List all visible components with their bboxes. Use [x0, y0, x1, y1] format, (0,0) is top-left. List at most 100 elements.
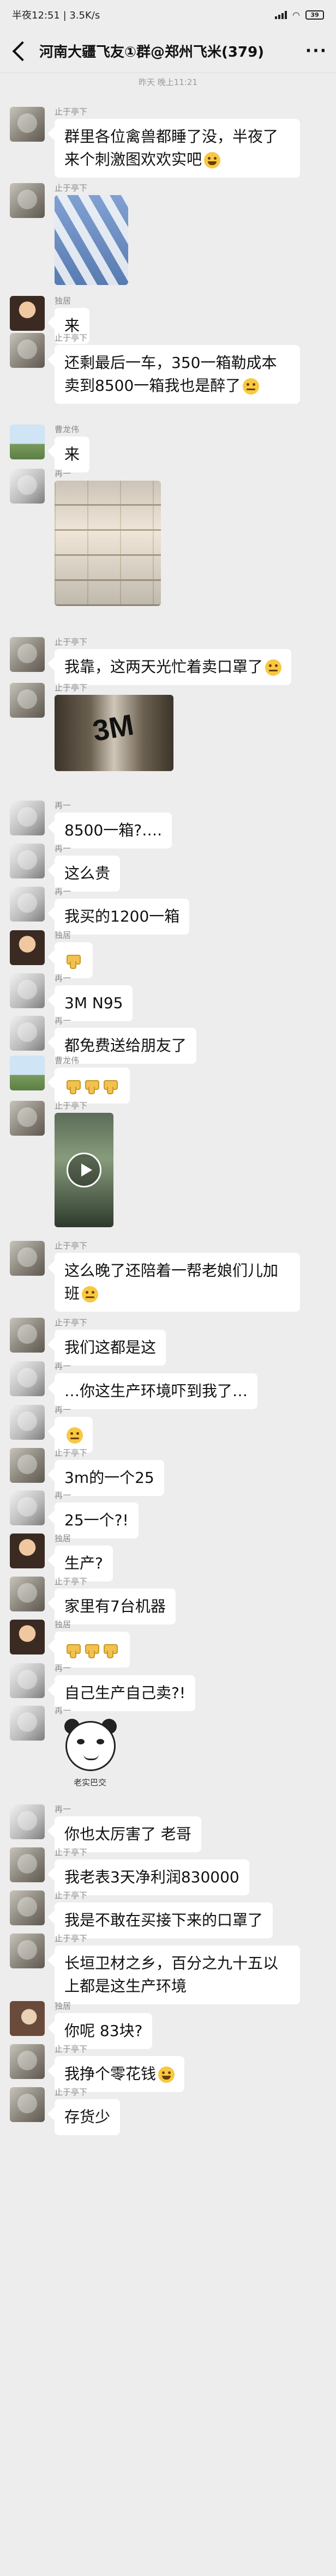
message-text: 生产? [64, 1554, 103, 1572]
sender-name: 止于亭下 [55, 1318, 88, 1328]
sender-name: 止于亭下 [55, 1577, 88, 1586]
avatar[interactable] [10, 469, 45, 504]
sender-name: 独居 [55, 930, 71, 940]
message-text: 自己生产自己卖?! [64, 1684, 186, 1702]
avatar[interactable] [10, 683, 45, 718]
sender-name: 曹龙伟 [55, 425, 80, 434]
message-text: 来 [64, 445, 80, 463]
message-text: 3M N95 [64, 994, 123, 1012]
avatar[interactable] [10, 1490, 45, 1525]
message-bubble[interactable]: 自己生产自己卖?! [55, 1675, 196, 1711]
avatar[interactable] [10, 1056, 45, 1090]
message-bubble[interactable]: 我们这都是这 [55, 1330, 166, 1366]
avatar[interactable] [10, 1847, 45, 1882]
message-bubble[interactable]: 群里各位禽兽都睡了没，半夜了来个刺激图欢欢实吧 [55, 119, 300, 178]
avatar[interactable] [10, 637, 45, 672]
avatar[interactable] [10, 1448, 45, 1483]
avatar[interactable] [10, 887, 45, 922]
thumbs-up-icon [64, 1642, 81, 1658]
avatar[interactable] [10, 930, 45, 965]
message-text: 家里有7台机器 [64, 1597, 166, 1615]
sender-name: 再一 [55, 1663, 71, 1673]
message-text: 我老表3天净利润830000 [64, 1868, 239, 1886]
avatar[interactable] [10, 2044, 45, 2079]
message-bubble[interactable]: 3m的一个25 [55, 1460, 164, 1496]
avatar[interactable] [10, 1361, 45, 1396]
play-icon[interactable] [67, 1153, 101, 1187]
image-brand-text: 3M [90, 708, 136, 748]
message-text: 长垣卫材之乡，百分之九十五以上都是这生产环境 [64, 1954, 279, 1995]
avatar[interactable] [10, 1101, 45, 1136]
avatar[interactable] [10, 1534, 45, 1568]
avatar[interactable] [10, 1318, 45, 1353]
message-bubble[interactable]: 家里有7台机器 [55, 1589, 176, 1625]
avatar[interactable] [10, 2087, 45, 2122]
avatar[interactable] [10, 844, 45, 878]
thumbs-up-icon [83, 1642, 99, 1658]
message-text: 我买的1200一箱 [64, 907, 180, 925]
sender-name: 止于亭下 [55, 1890, 88, 1900]
avatar[interactable] [10, 1241, 45, 1276]
avatar[interactable] [10, 333, 45, 368]
message-text: 3m的一个25 [64, 1469, 154, 1487]
sweat-emoji-icon [67, 1427, 83, 1444]
sender-name: 再一 [55, 1361, 71, 1371]
signal-icon [275, 10, 287, 19]
status-icons: ◠ 39 [275, 10, 324, 20]
sender-name: 止于亭下 [55, 2044, 88, 2054]
sender-name: 止于亭下 [55, 183, 88, 193]
panda-sticker[interactable]: 老实巴交 [55, 1718, 125, 1794]
sender-name: 止于亭下 [55, 107, 88, 117]
avatar[interactable] [10, 183, 45, 218]
chat-timestamp: 昨天 晚上11:21 [139, 77, 197, 87]
message-bubble[interactable] [55, 1068, 130, 1104]
avatar[interactable] [10, 973, 45, 1008]
message-bubble[interactable]: 这么晚了还陪着一帮老娘们儿加班 [55, 1253, 300, 1312]
avatar[interactable] [10, 1620, 45, 1654]
message-bubble[interactable]: …你这生产环境吓到我了… [55, 1373, 258, 1409]
message-bubble[interactable]: 我靠，这两天光忙着卖口罩了 [55, 649, 292, 685]
avatar[interactable] [10, 1804, 45, 1839]
avatar[interactable] [10, 425, 45, 459]
sender-name: 独居 [55, 1534, 71, 1543]
message-bubble[interactable]: 我买的1200一箱 [55, 899, 190, 935]
avatar[interactable] [10, 1890, 45, 1925]
thumbs-up-icon [101, 1078, 118, 1094]
video-message[interactable] [55, 1113, 113, 1227]
avatar[interactable] [10, 1933, 45, 1968]
more-icon[interactable]: ··· [305, 41, 327, 60]
message-bubble[interactable]: 长垣卫材之乡，百分之九十五以上都是这生产环境 [55, 1945, 300, 2004]
grin-emoji-icon [204, 152, 221, 168]
wifi-icon: ◠ [292, 9, 300, 20]
avatar[interactable] [10, 1016, 45, 1051]
message-bubble[interactable]: 还剩最后一车，350一箱勒成本卖到8500一箱我也是醉了 [55, 345, 300, 404]
thumbs-up-icon [101, 1642, 118, 1658]
avatar[interactable] [10, 801, 45, 835]
sender-name: 止于亭下 [55, 1101, 88, 1111]
message-bubble[interactable]: 存货少 [55, 2099, 121, 2135]
thumbs-up-icon [64, 1078, 81, 1094]
avatar[interactable] [10, 1405, 45, 1440]
sender-name: 再一 [55, 844, 71, 853]
avatar[interactable] [10, 107, 45, 142]
message-text: 你呢 83块? [64, 2022, 143, 2040]
image-message[interactable]: 3M [55, 695, 173, 771]
battery-icon: 39 [305, 10, 324, 20]
avatar[interactable] [10, 296, 45, 331]
image-message[interactable] [55, 481, 161, 606]
sweat-emoji-icon [243, 378, 260, 395]
avatar[interactable] [10, 2001, 45, 2036]
avatar[interactable] [10, 1706, 45, 1741]
sender-name: 独居 [55, 296, 71, 306]
image-message[interactable] [55, 195, 128, 285]
grin-emoji-icon [158, 2066, 175, 2083]
message-text: 存货少 [64, 2108, 111, 2126]
sender-name: 再一 [55, 887, 71, 896]
message-bubble[interactable]: 8500一箱?…. [55, 813, 172, 848]
thumbs-up-icon [64, 953, 81, 969]
avatar[interactable] [10, 1577, 45, 1611]
avatar[interactable] [10, 1663, 45, 1698]
message-text: 都免费送给朋友了 [64, 1037, 187, 1054]
sweat-emoji-icon [265, 659, 282, 676]
sender-name: 再一 [55, 1490, 71, 1500]
